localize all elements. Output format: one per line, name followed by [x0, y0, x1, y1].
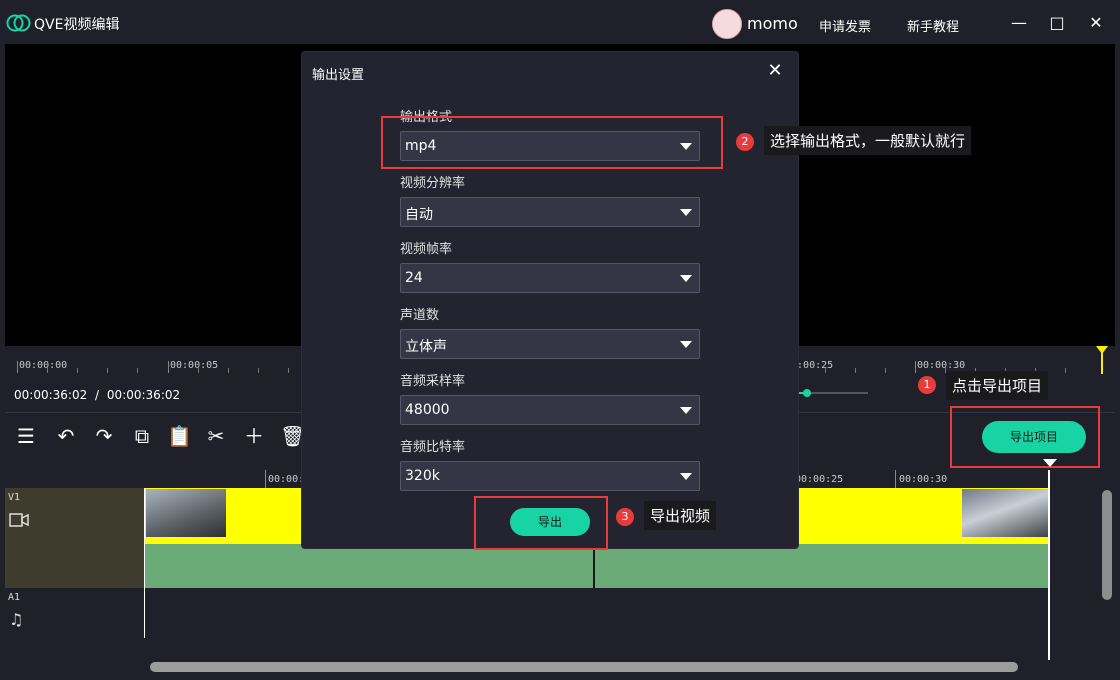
caret-down-icon — [680, 209, 692, 216]
caret-down-icon — [680, 407, 692, 414]
ruler-tick — [168, 361, 169, 373]
video-camera-icon — [9, 513, 29, 527]
caret-down-icon — [680, 275, 692, 282]
audio-track-header: A1 ♫ — [5, 588, 144, 638]
resolution-label: 视频分辨率 — [400, 176, 466, 191]
ruler-label: 00:00:00 — [19, 360, 68, 371]
audio-track-label: A1 — [8, 592, 21, 603]
vertical-scrollbar[interactable] — [1102, 490, 1112, 600]
highlight-box-3 — [474, 496, 608, 550]
ruler-label: 00:00:30 — [917, 360, 966, 371]
audio-waveform — [595, 544, 1048, 588]
current-time: 00:00:36:02 — [14, 388, 88, 402]
clip-thumbnail — [146, 489, 226, 537]
clip-thumbnail — [962, 489, 1048, 537]
volume-slider-handle[interactable] — [803, 389, 811, 397]
caret-down-icon — [680, 341, 692, 348]
redo-icon[interactable]: ↷ — [92, 424, 116, 448]
timeline-start-line — [144, 488, 145, 638]
trash-icon[interactable]: 🗑 — [280, 424, 305, 448]
list-icon[interactable]: ☰ — [14, 424, 38, 448]
ruler-tick — [17, 361, 18, 373]
music-note-icon: ♫ — [9, 610, 24, 629]
timeline-playhead-marker[interactable] — [1043, 459, 1057, 467]
annotation-badge-2: 2 — [736, 133, 754, 151]
ruler-label: 00:00:05 — [170, 360, 219, 371]
paste-icon[interactable]: 📋 — [167, 424, 192, 448]
channels-value: 立体声 — [405, 339, 447, 355]
annotation-callout-1: 点击导出项目 — [946, 371, 1049, 400]
time-separator: / — [95, 388, 100, 402]
app-logo-icon — [6, 14, 31, 32]
maximize-icon[interactable]: □ — [1046, 12, 1068, 34]
user-avatar[interactable] — [712, 9, 742, 39]
minimize-icon[interactable]: — — [1008, 12, 1030, 34]
undo-icon[interactable]: ↶ — [54, 424, 78, 448]
close-icon[interactable]: ✕ — [764, 60, 786, 82]
horizontal-scrollbar[interactable] — [150, 662, 1018, 672]
invoice-link[interactable]: 申请发票 — [819, 16, 871, 35]
tutorial-link[interactable]: 新手教程 — [907, 16, 959, 35]
user-name[interactable]: momo — [747, 14, 798, 33]
timeline-ruler-label: 00:00: — [268, 474, 305, 485]
timeline-ruler-label: 00:00:25 — [795, 474, 844, 485]
close-window-icon[interactable]: ✕ — [1085, 12, 1107, 34]
timecode-display: 00:00:36:02 / 00:00:36:02 — [14, 388, 180, 402]
video-track-header: V1 — [5, 488, 144, 588]
timeline-playhead-line[interactable] — [1048, 470, 1050, 660]
annotation-callout-2: 选择输出格式，一般默认就行 — [764, 126, 972, 155]
ruler-tick — [915, 361, 916, 373]
annotation-callout-3: 导出视频 — [644, 501, 717, 530]
bitrate-value: 320k — [405, 468, 440, 484]
frame-rate-value: 24 — [405, 270, 423, 286]
channels-label: 声道数 — [400, 308, 440, 323]
sample-rate-select[interactable]: 48000 — [400, 395, 700, 425]
sample-rate-value: 48000 — [405, 402, 450, 418]
preview-playhead-line — [1101, 350, 1103, 374]
resolution-select[interactable]: 自动 — [400, 197, 700, 227]
scissors-icon[interactable]: ✂ — [204, 424, 228, 448]
audio-waveform — [145, 544, 593, 588]
copy-icon[interactable]: ⧉ — [130, 424, 154, 448]
sample-rate-label: 音频采样率 — [400, 374, 466, 389]
channels-select[interactable]: 立体声 — [400, 329, 700, 359]
annotation-badge-1: 1 — [918, 376, 936, 394]
export-project-button[interactable]: 导出项目 — [982, 421, 1086, 453]
caret-down-icon — [680, 473, 692, 480]
video-track-label: V1 — [8, 492, 21, 503]
resolution-value: 自动 — [405, 207, 433, 223]
frame-rate-select[interactable]: 24 — [400, 263, 700, 293]
timeline-ruler-label: 00:00:30 — [899, 474, 948, 485]
total-time: 00:00:36:02 — [106, 388, 181, 402]
title-bar: QVE视频编辑 momo 申请发票 新手教程 — □ ✕ — [0, 0, 1120, 48]
bitrate-label: 音频比特率 — [400, 440, 466, 455]
annotation-badge-3: 3 — [616, 508, 634, 526]
dialog-title: 输出设置 — [312, 68, 365, 83]
frame-rate-label: 视频帧率 — [400, 242, 453, 257]
highlight-box-2 — [381, 116, 723, 169]
app-title: QVE视频编辑 — [34, 17, 120, 33]
volume-slider[interactable] — [798, 389, 868, 397]
add-icon[interactable]: ＋ — [242, 424, 266, 448]
bitrate-select[interactable]: 320k — [400, 461, 700, 491]
